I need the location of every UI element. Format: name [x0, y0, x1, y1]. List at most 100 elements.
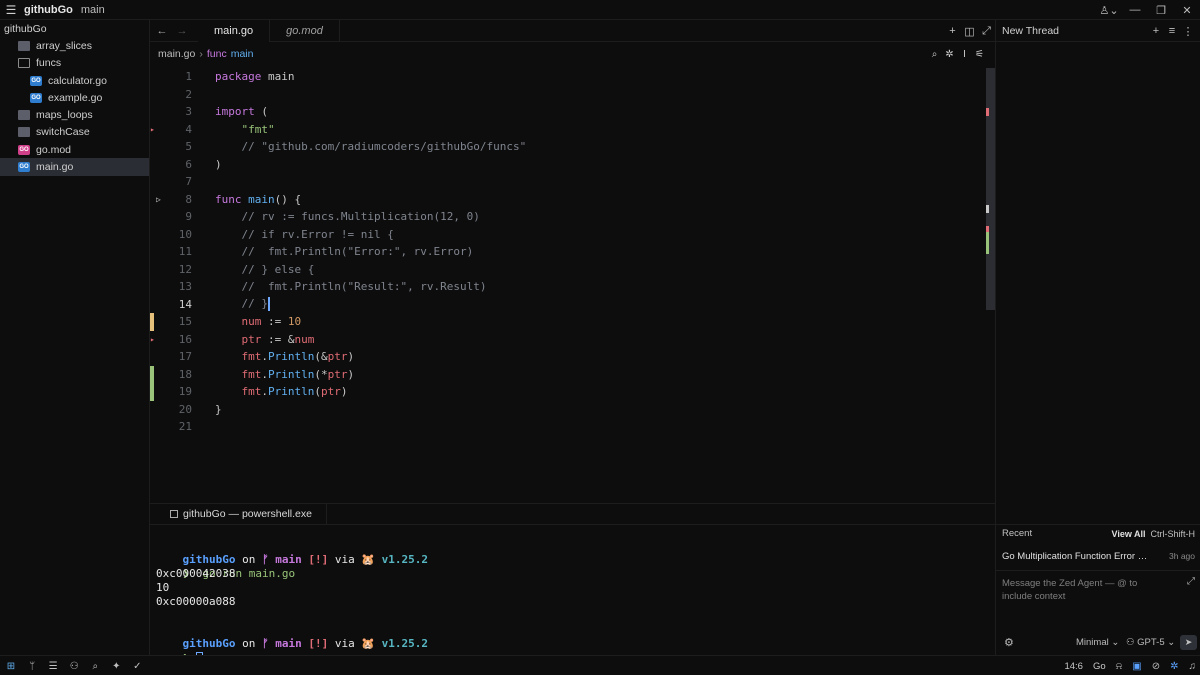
breadcrumb-symbol[interactable]: main — [231, 48, 254, 60]
code-line[interactable]: 11 // fmt.Println("Error:", rv.Error) — [150, 243, 985, 261]
run-icon[interactable]: ▷ — [156, 195, 161, 204]
code-line[interactable]: 20} — [150, 401, 985, 419]
options-icon[interactable]: ≡ — [1164, 25, 1180, 37]
code-line[interactable]: ▸ 4 "fmt" — [150, 121, 985, 139]
close-icon[interactable]: ✕ — [1174, 4, 1200, 17]
code-text: // "github.com/radiumcoders/githubGo/fun… — [241, 140, 527, 154]
prompt-dir: githubGo — [182, 637, 236, 650]
search-icon[interactable]: ⌕ — [927, 49, 942, 60]
tree-root[interactable]: githubGo — [0, 20, 149, 37]
project-panel-icon[interactable]: ⊞ — [2, 661, 20, 672]
mode-selector[interactable]: Minimal ⌄ — [1076, 637, 1119, 648]
title-bar: ☰ githubGo main ♙⌄ — ❐ ✕ — [0, 0, 1200, 20]
code-line[interactable]: ▸ 16 ptr := &num — [150, 331, 985, 349]
terminal-tab[interactable]: githubGo — powershell.exe — [156, 503, 327, 525]
more-icon[interactable]: ⋮ — [1180, 25, 1196, 38]
code-line[interactable]: 1 package main — [150, 68, 985, 86]
project-name[interactable]: githubGo — [24, 4, 73, 16]
new-thread-icon[interactable]: + — [1148, 25, 1164, 37]
code-line[interactable]: 12 // } else { — [150, 261, 985, 279]
scrollbar-marker-cursor — [986, 205, 989, 213]
gear-icon[interactable]: ⚙ — [1004, 636, 1014, 649]
user-avatar-icon[interactable]: ♙⌄ — [1096, 4, 1122, 17]
tree-item-example-go[interactable]: GO example.go — [0, 89, 149, 106]
hamburger-menu-icon[interactable]: ☰ — [0, 3, 22, 17]
settings-sliders-icon[interactable]: ⚟ — [972, 49, 987, 60]
debug-icon[interactable]: ✦ — [107, 661, 125, 672]
code-line[interactable]: 15 num := 10 — [150, 313, 985, 331]
outline-icon[interactable]: ☰ — [44, 661, 62, 672]
terminal-toggle-icon[interactable]: ▣ — [1132, 661, 1141, 672]
code-line[interactable]: 5 // "github.com/radiumcoders/githubGo/f… — [150, 138, 985, 156]
terminal-tab-title: githubGo — powershell.exe — [183, 508, 312, 520]
tree-item-label: switchCase — [36, 126, 90, 139]
view-all-link[interactable]: View All Ctrl-Shift-H — [1111, 529, 1195, 539]
tab-main-go[interactable]: main.go — [198, 19, 271, 42]
line-number: 12 — [178, 262, 192, 276]
notifications-bell-icon[interactable]: ♫ — [1189, 661, 1197, 672]
tree-item-funcs[interactable]: funcs — [0, 55, 149, 72]
mute-icon[interactable]: ⊘ — [1152, 661, 1160, 672]
split-pane-icon[interactable]: ◫ — [961, 25, 978, 38]
recent-thread-item[interactable]: Go Multiplication Function Error … 3h ag… — [996, 547, 1200, 565]
code-line[interactable]: ▷ 8 func main() { — [150, 191, 985, 209]
code-line[interactable]: 6) — [150, 156, 985, 174]
assistant-icon[interactable]: ✲ — [942, 49, 957, 60]
agent-header: New Thread + ≡ ⋮ — [996, 20, 1200, 42]
prompt-text: on — [235, 553, 262, 566]
code-line[interactable]: 2 — [150, 86, 985, 104]
code-line[interactable]: 13 // fmt.Println("Result:", rv.Result) — [150, 278, 985, 296]
editor-scrollbar[interactable] — [986, 68, 995, 310]
tree-item-go-mod[interactable]: GO go.mod — [0, 141, 149, 158]
prompt-status: [!] — [301, 553, 329, 566]
code-line[interactable]: 3 import ( — [150, 103, 985, 121]
line-number: 5 — [185, 140, 192, 154]
restore-icon[interactable]: ❐ — [1148, 4, 1174, 17]
code-line[interactable]: 10 // if rv.Error != nil { — [150, 226, 985, 244]
recent-header: Recent View All Ctrl-Shift-H — [996, 524, 1200, 542]
code-text: "fmt" — [241, 122, 275, 136]
tree-item-label: example.go — [48, 91, 103, 104]
tree-item-label: maps_loops — [36, 109, 93, 122]
model-selector[interactable]: ⚇ GPT-5 ⌄ — [1126, 637, 1175, 648]
agent-toggle-icon[interactable]: ✲ — [1170, 661, 1178, 672]
agent-message-input[interactable]: Message the Zed Agent — @ to include con… — [996, 570, 1200, 630]
search-icon[interactable]: ⌕ — [86, 661, 104, 672]
tree-item-main-go[interactable]: GO main.go — [0, 158, 149, 176]
code-editor[interactable]: 1 package main 2 3 import (▸ 4 "fmt" 5 // "git… — [150, 68, 995, 503]
folder-icon — [18, 110, 30, 121]
forward-arrow-icon[interactable]: → — [174, 25, 190, 37]
audio-icon[interactable]: ⍾ — [1116, 661, 1123, 672]
tree-item-switchcase[interactable]: switchCase — [0, 124, 149, 141]
collab-icon[interactable]: ⚇ — [65, 661, 83, 672]
tree-item-array-slices[interactable]: array_slices — [0, 37, 149, 54]
code-line[interactable]: 7 — [150, 173, 985, 191]
send-icon[interactable]: ➤ — [1180, 634, 1197, 650]
terminal[interactable]: githubGo on ᚠ main [!] via 🐹 v1.25.2 ❯ g… — [150, 527, 995, 664]
tree-item-maps-loops[interactable]: maps_loops — [0, 106, 149, 123]
back-arrow-icon[interactable]: ← — [154, 25, 170, 37]
prompt-go-version: v1.25.2 — [375, 637, 429, 650]
code-line[interactable]: 18 fmt.Println(*ptr) — [150, 365, 985, 383]
maximize-icon[interactable]: ⤢ — [978, 25, 995, 38]
new-tab-icon[interactable]: + — [944, 25, 961, 37]
minimize-icon[interactable]: — — [1122, 4, 1148, 16]
branch-name[interactable]: main — [81, 4, 105, 16]
breadcrumb-keyword[interactable]: func — [207, 48, 227, 60]
code-line[interactable]: 9 // rv := funcs.Multiplication(12, 0) — [150, 208, 985, 226]
code-line[interactable]: 21 — [150, 418, 985, 436]
cursor-position[interactable]: 14:6 — [1064, 661, 1083, 672]
breadcrumb-file[interactable]: main.go — [158, 48, 195, 60]
expand-icon[interactable]: ⤢ — [1187, 575, 1195, 588]
line-number: 3 — [185, 105, 192, 119]
tab-go-mod[interactable]: go.mod — [270, 19, 340, 42]
tree-item-calculator-go[interactable]: GO calculator.go — [0, 72, 149, 89]
diagnostics-check-icon[interactable]: ✓ — [128, 661, 146, 672]
language-mode[interactable]: Go — [1093, 661, 1106, 672]
git-icon[interactable]: ᛘ — [23, 661, 41, 672]
code-line[interactable]: 19 fmt.Println(ptr) — [150, 383, 985, 401]
text-cursor-icon[interactable]: I — [957, 49, 972, 60]
code-line[interactable]: 17 fmt.Println(&ptr) — [150, 348, 985, 366]
recent-label: Recent — [1002, 528, 1033, 539]
code-line[interactable]: 14 // } — [150, 296, 985, 314]
